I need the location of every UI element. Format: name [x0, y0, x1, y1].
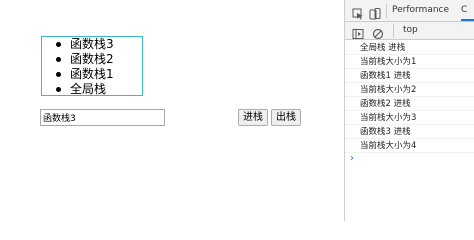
stack-item: 函数栈3 [56, 37, 142, 52]
context-selector[interactable]: top [403, 22, 418, 39]
show-sidebar-icon[interactable] [352, 25, 364, 39]
console-message: 函数栈2 进栈 [345, 97, 474, 111]
push-button[interactable]: 进栈 [238, 109, 268, 126]
console-message: 当前栈大小为4 [345, 139, 474, 153]
console-message: 当前栈大小为3 [345, 111, 474, 125]
console-message: 全局栈 进栈 [345, 41, 474, 55]
tab-performance[interactable]: Performance [392, 0, 449, 21]
console-prompt[interactable]: › [345, 153, 474, 167]
console-message: 函数栈3 进栈 [345, 125, 474, 139]
devtools-tab-bar: Performance C [345, 0, 474, 22]
tab-console[interactable]: C [461, 0, 474, 21]
clear-console-icon[interactable] [372, 25, 384, 40]
tab-separator [386, 4, 387, 18]
pop-button[interactable]: 出栈 [271, 109, 301, 126]
stack-name-input[interactable] [40, 109, 165, 126]
stack-list-box: 函数栈3 函数栈2 函数栈1 全局栈 [41, 36, 143, 96]
devtools-panel: Performance C top 全局栈 进栈 当前栈大小为1 函数栈1 进栈… [344, 0, 474, 221]
stack-item: 函数栈2 [56, 52, 142, 67]
console-toolbar: top [345, 22, 474, 40]
stack-item: 函数栈1 [56, 67, 142, 82]
stack-item: 全局栈 [56, 82, 142, 97]
console-message: 当前栈大小为1 [345, 55, 474, 69]
page-area: 函数栈3 函数栈2 函数栈1 全局栈 进栈 出栈 [0, 0, 344, 221]
console-output: 全局栈 进栈 当前栈大小为1 函数栈1 进栈 当前栈大小为2 函数栈2 进栈 当… [345, 41, 474, 167]
device-toolbar-icon[interactable] [369, 5, 381, 20]
stack-list: 函数栈3 函数栈2 函数栈1 全局栈 [42, 37, 142, 97]
console-message: 当前栈大小为2 [345, 83, 474, 97]
toolbar-separator [393, 24, 394, 38]
console-message: 函数栈1 进栈 [345, 69, 474, 83]
inspect-element-icon[interactable] [352, 5, 364, 20]
